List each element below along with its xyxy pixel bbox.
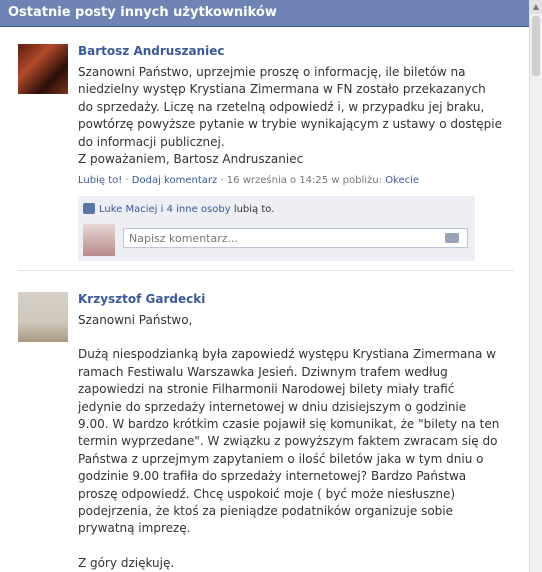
message-line: do sprzedaży. Liczę na rzetelną odpowied… — [78, 99, 485, 114]
message-line: proszę odpowiedź. Chcę uspokoić moje ( b… — [78, 486, 456, 501]
message-line: termin wyprzedane". W związku z powyższy… — [78, 434, 498, 449]
message-line: Dużą niespodzianką była zapowiedź występ… — [78, 347, 496, 362]
likes-summary: Luke Maciej i 4 inne osoby lubią to. — [83, 202, 475, 218]
avatar[interactable] — [18, 292, 68, 342]
comment-input[interactable]: Napisz komentarz... — [123, 228, 468, 249]
message-closing: Z góry dziękuję. — [78, 555, 175, 570]
message-line: prywatną imprezę. — [78, 521, 191, 536]
message-line: 9.00. W bardzo krótkim czasie pojawił si… — [78, 417, 500, 432]
panel-header: Ostatnie posty innych użytkowników — [0, 0, 530, 27]
like-link[interactable]: Lubię to! — [78, 175, 122, 186]
current-user-avatar — [83, 224, 115, 257]
message-line: Szanowni Państwo, uprzejmie proszę o inf… — [78, 65, 466, 79]
likes-suffix: lubią to. — [230, 204, 275, 216]
camera-icon[interactable] — [445, 233, 459, 244]
message-greeting: Szanowni Państwo, — [78, 313, 193, 327]
message-line: godzinie 9.00 trafiła do sprzedaży inter… — [78, 469, 467, 484]
post-message: Szanowni Państwo, Dużą niespodzianką był… — [78, 312, 516, 572]
post-author[interactable]: Krzysztof Gardecki — [78, 292, 516, 306]
likers-link[interactable]: Luke Maciej i 4 inne osoby — [99, 204, 231, 215]
meta-separator: · — [122, 175, 132, 187]
post-divider — [18, 270, 514, 271]
add-comment-link[interactable]: Dodaj komentarz — [132, 175, 217, 186]
message-line: jedynie do sprzedaży internetowej w dniu… — [78, 399, 467, 414]
message-line: niedzielny występ Krystiana Zimermana w … — [78, 82, 486, 97]
comment-placeholder: Napisz komentarz... — [129, 232, 239, 246]
meta-separator: · — [217, 175, 227, 187]
post-meta: Lubię to! · Dodaj komentarz · 16 wrześni… — [78, 175, 516, 186]
message-line: Z poważaniem, Bartosz Andruszaniec — [78, 152, 304, 167]
comment-composer: Napisz komentarz... — [83, 224, 475, 257]
thumbs-up-icon — [83, 203, 95, 215]
likes-comments-box: Luke Maciej i 4 inne osoby lubią to. Nap… — [78, 196, 475, 262]
post-message: Szanowni Państwo, uprzejmie proszę o inf… — [78, 64, 516, 168]
message-line: do informacji publicznej. — [78, 134, 225, 149]
scroll-thumb[interactable] — [532, 16, 540, 76]
scroll-up-icon[interactable]: ▲ — [530, 0, 542, 14]
panel-title: Ostatnie posty innych użytkowników — [8, 5, 277, 20]
post-timestamp: 16 września o 14:25 w pobliżu: — [226, 175, 386, 187]
scrollbar[interactable]: ▲ — [529, 0, 542, 572]
message-line: ramach Festiwalu Warszawka Jesień. Dziwn… — [78, 364, 448, 379]
message-line: Państwa z uprzejmym zapytaniem o ilość b… — [78, 451, 484, 466]
post-author[interactable]: Bartosz Andruszaniec — [78, 44, 516, 58]
avatar[interactable] — [18, 44, 68, 94]
message-line: powtórzę powyższe pytanie w trybie wynik… — [78, 117, 502, 132]
location-link[interactable]: Okecie — [385, 175, 419, 186]
message-line: zapowiedzi na stronie Filharmonii Narodo… — [78, 382, 455, 397]
message-line: podejrzenia, że ktoś za pieniądze podatn… — [78, 504, 453, 519]
